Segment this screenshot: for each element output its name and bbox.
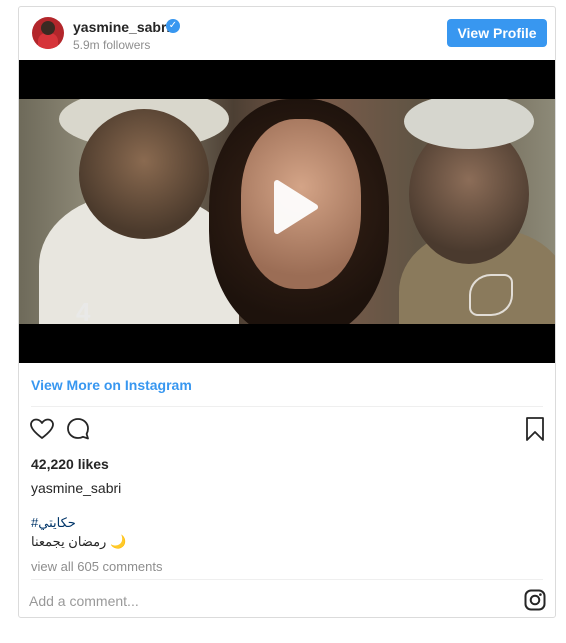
instagram-logo-icon[interactable] — [524, 589, 546, 611]
view-all-comments-link[interactable]: view all 605 comments — [31, 559, 163, 574]
post-header: yasmine_sabri ✓ 5.9m followers View Prof… — [19, 7, 555, 60]
view-more-link[interactable]: View More on Instagram — [31, 377, 192, 393]
username-link[interactable]: yasmine_sabri — [73, 19, 170, 35]
comment-bubble-icon[interactable] — [65, 416, 91, 442]
view-profile-button[interactable]: View Profile — [447, 19, 547, 47]
instagram-embed-card: yasmine_sabri ✓ 5.9m followers View Prof… — [18, 6, 556, 618]
divider — [31, 579, 543, 580]
avatar[interactable] — [32, 17, 64, 49]
ramadan-logo — [469, 274, 513, 316]
bookmark-icon[interactable] — [524, 416, 546, 442]
heart-icon[interactable] — [29, 416, 55, 442]
follower-count: 5.9m followers — [73, 38, 151, 52]
like-count: 42,220 likes — [31, 456, 109, 472]
hashtag-link[interactable]: #حكايتي — [31, 515, 76, 531]
video-player[interactable]: 4 — [19, 60, 555, 363]
caption-text: رمضان يجمعنا 🌙 — [31, 534, 127, 549]
channel-logo: 4 — [76, 297, 91, 324]
divider — [31, 406, 543, 407]
play-icon[interactable] — [259, 175, 323, 239]
caption-username[interactable]: yasmine_sabri — [31, 480, 121, 496]
verified-badge-icon: ✓ — [166, 19, 180, 33]
comment-input[interactable] — [29, 589, 509, 613]
